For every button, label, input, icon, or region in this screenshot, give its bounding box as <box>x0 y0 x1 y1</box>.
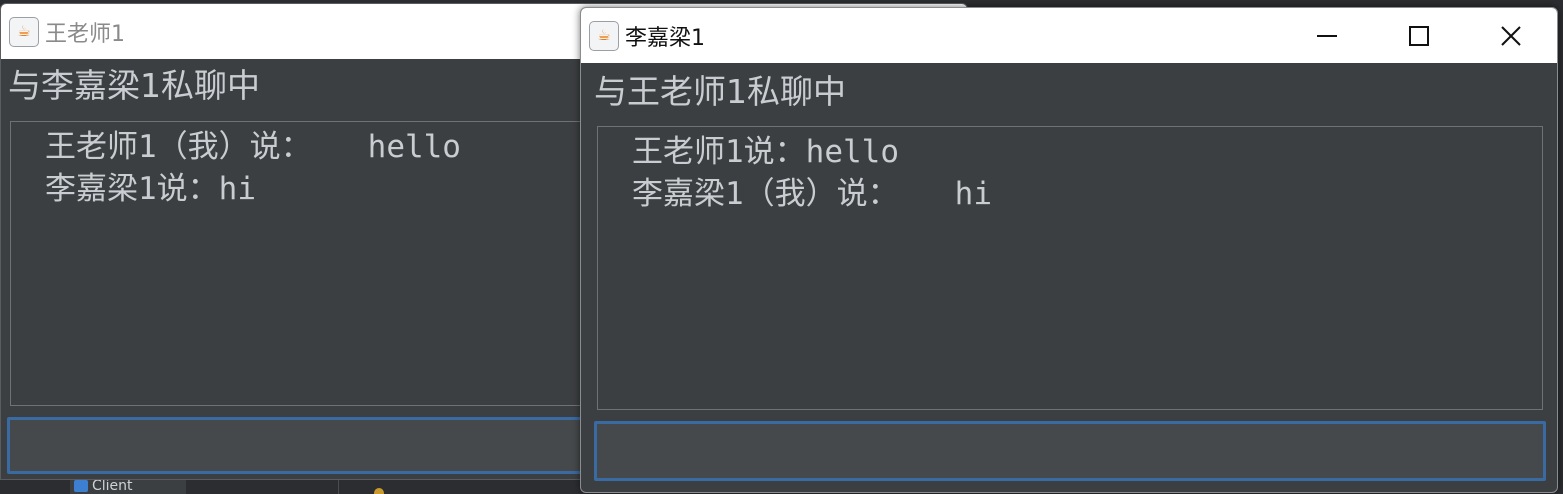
java-app-icon: ☕ <box>9 16 39 47</box>
ide-warning-icon <box>374 488 384 494</box>
maximize-button[interactable] <box>1373 8 1465 63</box>
window-title: 李嘉梁1 <box>625 25 705 51</box>
message-input[interactable] <box>594 421 1546 481</box>
class-file-icon <box>74 480 88 492</box>
chat-header: 与王老师1私聊中 <box>594 72 846 111</box>
message-line: 李嘉梁1说：hi <box>45 171 256 207</box>
ide-tab-client[interactable]: Client <box>70 478 186 494</box>
maximize-icon <box>1409 25 1429 46</box>
close-icon <box>1501 25 1521 46</box>
message-line: 李嘉梁1（我）说： hi <box>632 176 992 212</box>
minimize-icon <box>1317 34 1337 37</box>
ide-tab-label: Client <box>92 478 133 494</box>
ide-divider <box>338 478 339 494</box>
close-button[interactable] <box>1465 8 1557 63</box>
message-area[interactable]: 王老师1说：hello 李嘉梁1（我）说： hi <box>597 126 1543 410</box>
window-controls <box>1281 8 1557 63</box>
titlebar[interactable]: ☕ 李嘉梁1 <box>581 8 1557 63</box>
message-line: 王老师1说：hello <box>632 134 899 170</box>
chat-window-front[interactable]: ☕ 李嘉梁1 与王老师1私聊中 王老师1说：hello 李嘉梁1（我）说： hi <box>580 7 1558 493</box>
window-title: 王老师1 <box>45 21 125 47</box>
message-line: 王老师1（我）说： hello <box>45 129 461 165</box>
minimize-button[interactable] <box>1281 8 1373 63</box>
chat-header: 与李嘉梁1私聊中 <box>8 66 260 105</box>
java-app-icon: ☕ <box>589 20 619 51</box>
desktop: Client ☕ 王老师1 与李嘉梁1私聊中 王老师1（我）说： hello 李… <box>0 0 1563 494</box>
